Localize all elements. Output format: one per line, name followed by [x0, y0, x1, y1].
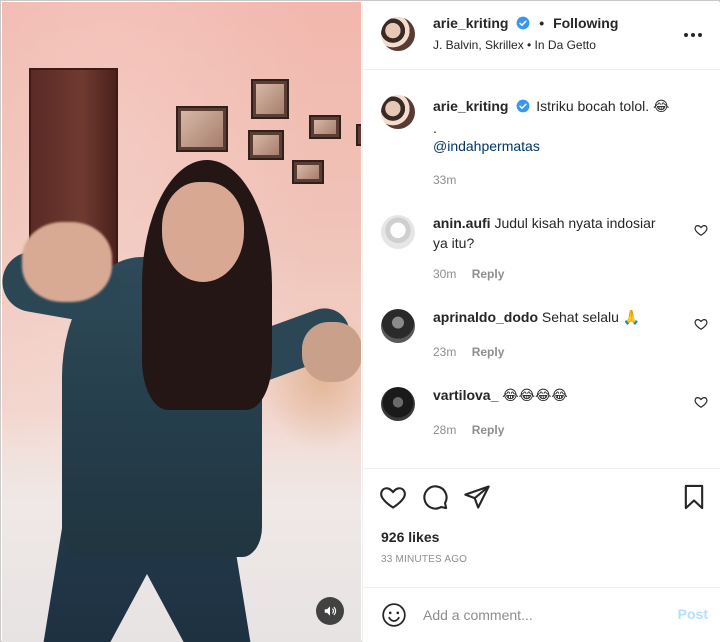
comment-username[interactable]: anin.aufi: [433, 215, 491, 231]
instagram-post-modal: arie_kriting • Following J. Balvin, Skri…: [0, 0, 720, 642]
avatar[interactable]: [381, 215, 415, 249]
more-horizontal-icon: [684, 33, 702, 37]
comment-username[interactable]: vartilova_: [433, 387, 498, 403]
reply-button[interactable]: Reply: [472, 345, 505, 359]
comment-timestamp[interactable]: 30m: [433, 267, 456, 281]
post-time-ago[interactable]: 33 MINUTES AGO: [381, 554, 467, 565]
heart-outline-icon[interactable]: [694, 317, 708, 331]
caption-username[interactable]: arie_kriting: [433, 98, 508, 114]
audio-info[interactable]: J. Balvin, Skrillex • In Da Getto: [433, 38, 596, 52]
likes-count[interactable]: 926 likes: [381, 529, 439, 545]
action-bar: 926 likes 33 MINUTES AGO: [363, 468, 720, 586]
comment-bubble-icon[interactable]: [421, 483, 449, 511]
heart-outline-icon[interactable]: [694, 395, 708, 409]
avatar[interactable]: [381, 17, 415, 51]
post-video[interactable]: [2, 2, 361, 642]
caption: arie_kriting Istriku bocah tolol. 😂 . @i…: [433, 97, 703, 155]
caption-timestamp[interactable]: 33m: [433, 173, 456, 187]
wall-photo-frame: [248, 130, 284, 160]
wall-photo-frame: [251, 79, 289, 119]
wall-photo-frame: [356, 124, 361, 146]
add-comment-bar: Post: [363, 587, 720, 642]
reply-button[interactable]: Reply: [472, 423, 505, 437]
comment-timestamp[interactable]: 28m: [433, 423, 456, 437]
post-side-panel: arie_kriting • Following J. Balvin, Skri…: [362, 2, 720, 642]
add-comment-input[interactable]: [423, 602, 653, 628]
caption-mention-link[interactable]: @indahpermatas: [433, 137, 703, 155]
comment-text: 😂😂😂😂: [502, 387, 568, 403]
wall-photo-frame: [176, 106, 228, 152]
heart-outline-icon[interactable]: [694, 223, 708, 237]
author-username[interactable]: arie_kriting: [433, 15, 508, 31]
avatar[interactable]: [381, 387, 415, 421]
post-header: arie_kriting • Following J. Balvin, Skri…: [363, 2, 720, 70]
comment-text: Sehat selalu 🙏: [541, 309, 641, 325]
comment-username[interactable]: aprinaldo_dodo: [433, 309, 538, 325]
person-face: [162, 182, 244, 282]
save-bookmark-icon[interactable]: [680, 483, 708, 511]
separator-dot: •: [539, 15, 545, 31]
verified-badge-icon: [516, 99, 530, 117]
post-comment-button[interactable]: Post: [678, 606, 708, 622]
caption-dot: .: [433, 120, 437, 136]
avatar[interactable]: [381, 95, 415, 129]
following-button[interactable]: Following: [553, 15, 618, 31]
verified-badge-icon: [516, 16, 530, 33]
comment-timestamp[interactable]: 23m: [433, 345, 456, 359]
share-paper-plane-icon[interactable]: [463, 483, 491, 511]
avatar[interactable]: [381, 309, 415, 343]
caption-text: Istriku bocah tolol. 😂: [536, 98, 670, 114]
like-heart-icon[interactable]: [379, 483, 407, 511]
emoji-smiley-icon[interactable]: [381, 602, 407, 628]
wall-photo-frame: [292, 160, 324, 184]
sound-toggle-button[interactable]: [316, 597, 344, 625]
wall-photo-frame: [309, 115, 341, 139]
comments-list[interactable]: arie_kriting Istriku bocah tolol. 😂 . @i…: [363, 71, 720, 467]
speaker-icon: [324, 606, 337, 616]
reply-button[interactable]: Reply: [472, 267, 505, 281]
more-options-button[interactable]: [682, 24, 704, 46]
